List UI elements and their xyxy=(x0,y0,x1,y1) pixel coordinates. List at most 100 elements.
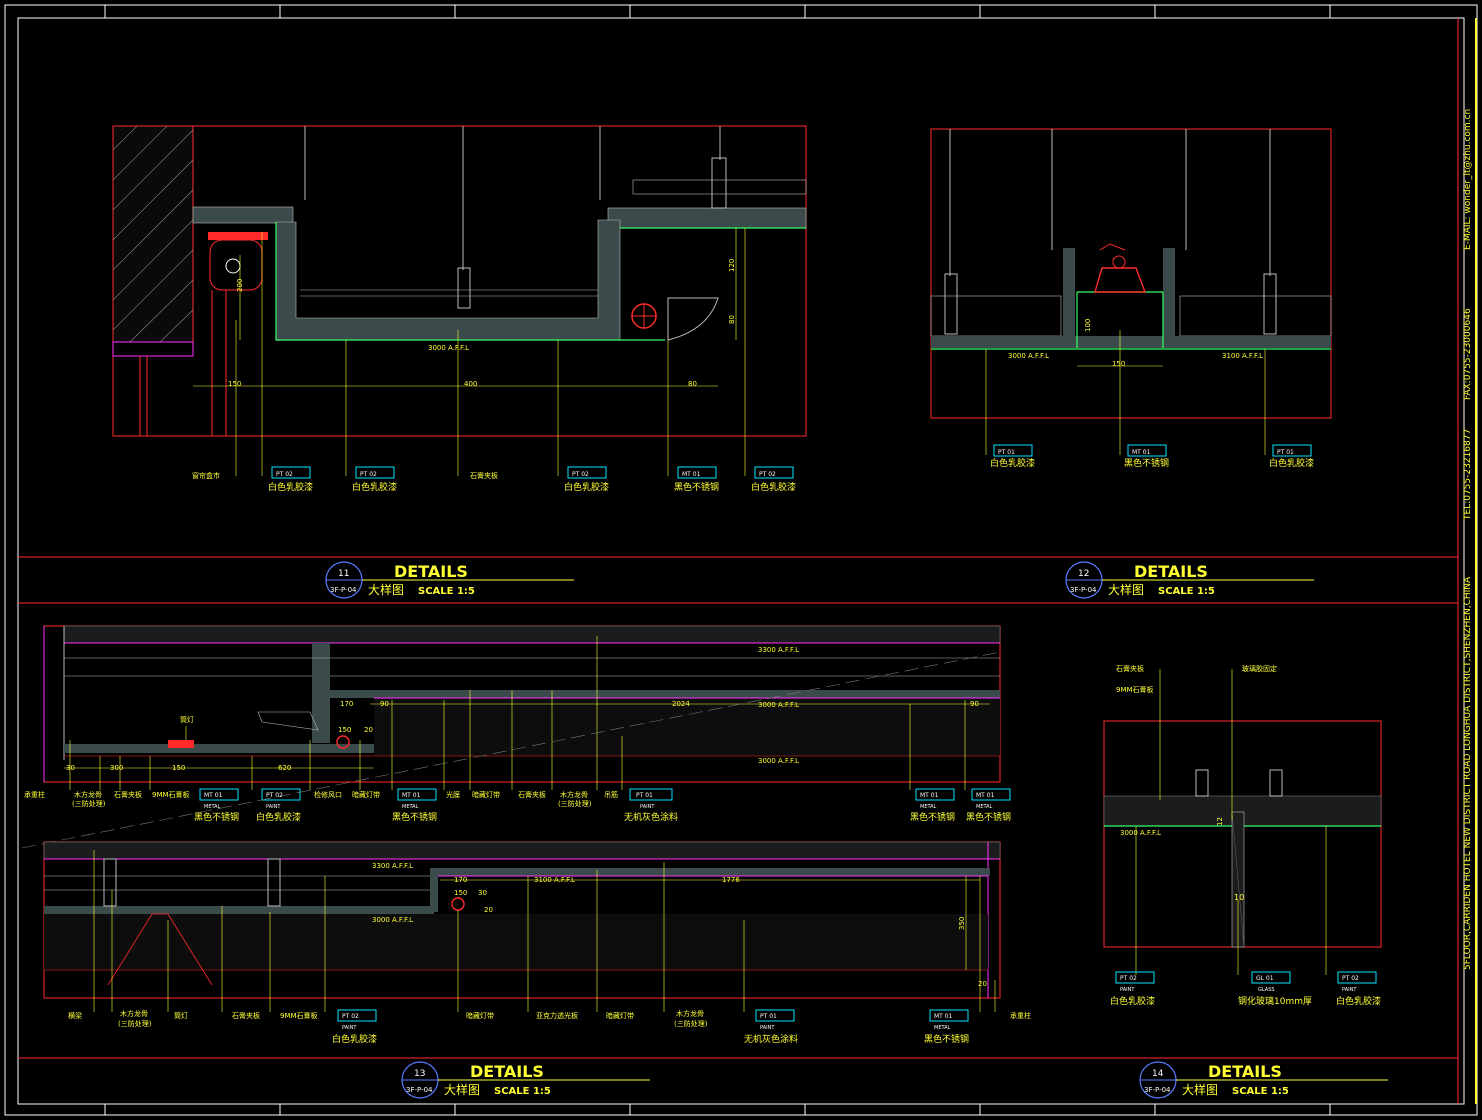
d13a-note-3: 石膏夹板 xyxy=(114,790,142,799)
detail-12-drawing: 150 100 3000 A.F.F.L 3100 A.F.F.L PT 01 … xyxy=(930,128,1332,469)
d11-tag-5: MT 01 xyxy=(682,471,701,478)
d13a-mat-0: 黑色不锈钢 xyxy=(194,811,239,823)
d14-kind-1: GLASS xyxy=(1258,987,1275,993)
d13b-note-1: 木方龙骨 xyxy=(120,1009,148,1018)
d13a-note-2: (三防处理) xyxy=(72,799,106,808)
d12-mat-1: 黑色不锈钢 xyxy=(1124,457,1169,469)
d13a-level-1: 3000 A.F.F.L xyxy=(758,701,799,709)
d11-note-3: 石膏夹板 xyxy=(470,471,498,480)
d12-tag-1: MT 01 xyxy=(1132,449,1151,456)
d13b-note-7: 亚克力透光板 xyxy=(536,1011,578,1020)
d13a-note-6: 检修风口 xyxy=(314,790,342,799)
d11-title: DETAILS xyxy=(394,562,468,581)
address-text: 5FLOOR,CARRIDEN HOTEL NEW DISTRICT ROAD … xyxy=(1463,576,1473,970)
d13a-level-2: 3000 A.F.F.L xyxy=(758,757,799,765)
d13b-tag-1: PT 01 xyxy=(760,1013,777,1020)
d13a-note-0: 承重柱 xyxy=(24,790,45,799)
d12-mat-0: 白色乳胶漆 xyxy=(990,457,1035,469)
d13a-note-10: 石膏夹板 xyxy=(518,790,546,799)
d11-mat-1: 白色乳胶漆 xyxy=(268,481,313,493)
d13-title: DETAILS xyxy=(470,1062,544,1081)
detail-13-title: 13 3F-P-04 DETAILS 大样图 SCALE 1:5 xyxy=(401,1061,650,1099)
d13b-note-2: (三防处理) xyxy=(118,1019,152,1028)
d13a-mat-1: 白色乳胶漆 xyxy=(256,811,301,823)
cad-drawing-sheet: E-MAIL: wonder_lt@zhu.com.cn FAX:0755-23… xyxy=(4,4,1478,1116)
d13b-note-3: 筒灯 xyxy=(174,1011,188,1020)
d13b-level-0: 3300 A.F.F.L xyxy=(372,862,413,870)
d12-dim-150: 150 xyxy=(1112,360,1125,368)
d14-note-2: 玻璃胶固定 xyxy=(1242,664,1277,673)
d14-title-scale: SCALE 1:5 xyxy=(1232,1086,1289,1097)
d13a-mat-5: 黑色不锈钢 xyxy=(966,811,1011,823)
d14-mat-1: 钢化玻璃10mm厚 xyxy=(1238,995,1312,1007)
d13a-note-8: 光膜 xyxy=(446,790,460,799)
d14-dim-12: 12 xyxy=(1216,817,1224,826)
d14-tag-1: GL 01 xyxy=(1256,975,1274,982)
d12-title-sheet: 3F-P-04 xyxy=(1070,586,1097,594)
d13b-note-6: 暗藏灯带 xyxy=(466,1011,494,1020)
d14-tag-0: PT 02 xyxy=(1120,975,1137,982)
d13a-tag-3: PT 01 xyxy=(636,792,653,799)
d13a-kind-3: PAINT xyxy=(640,804,655,810)
d13a-kind-0: METAL xyxy=(204,804,221,810)
d11-tag-2: PT 02 xyxy=(360,471,377,478)
d13a-note-5: 筒灯 xyxy=(180,715,194,724)
d13b-dim-30: 30 xyxy=(478,889,487,897)
d12-title-scale: SCALE 1:5 xyxy=(1158,586,1215,597)
d14-mat-0: 白色乳胶漆 xyxy=(1110,995,1155,1007)
d13b-note-4: 石膏夹板 xyxy=(232,1011,260,1020)
d14-note-1: 9MM石膏板 xyxy=(1116,685,1154,694)
d11-dim-200: 200 xyxy=(236,279,244,292)
d14-dim-10: 10 xyxy=(1234,893,1244,902)
d14-title-sheet: 3F-P-04 xyxy=(1144,1086,1171,1094)
d13b-note-11: 承重柱 xyxy=(1010,1011,1031,1020)
d11-dim-80: 80 xyxy=(688,380,697,388)
d13b-dim-150: 150 xyxy=(454,889,467,897)
d14-note-0: 石膏夹板 xyxy=(1116,664,1144,673)
d13b-mat-0: 白色乳胶漆 xyxy=(332,1033,377,1045)
d13a-mat-2: 黑色不锈钢 xyxy=(392,811,437,823)
d12-title-num: 12 xyxy=(1078,569,1089,579)
d12-tag-2: PT 01 xyxy=(1277,449,1294,456)
d11-title-cn: 大样图 xyxy=(368,582,404,597)
d13b-dim-20b: 20 xyxy=(978,980,987,988)
d12-dim-100: 100 xyxy=(1084,319,1092,332)
detail-11-title: 11 3F-P-04 DETAILS 大样图 SCALE 1:5 xyxy=(325,561,574,599)
d14-title-cn: 大样图 xyxy=(1182,1082,1218,1097)
detail-14-title: 14 3F-P-04 DETAILS 大样图 SCALE 1:5 xyxy=(1139,1061,1388,1099)
email-text: E-MAIL: wonder_lt@zhu.com.cn xyxy=(1463,109,1473,250)
d11-mat-2: 白色乳胶漆 xyxy=(352,481,397,493)
d13b-dim-170: 170 xyxy=(454,876,467,884)
d13b-level-2: 3000 A.F.F.L xyxy=(372,916,413,924)
d13a-note-11: 木方龙骨 xyxy=(560,790,588,799)
d13a-tag-5: MT 01 xyxy=(976,792,995,799)
d13b-kind-0: PAINT xyxy=(342,1025,357,1031)
d13a-note-1: 木方龙骨 xyxy=(74,790,102,799)
d13-title-scale: SCALE 1:5 xyxy=(494,1086,551,1097)
d13a-dim-30: 30 xyxy=(66,764,75,772)
d13b-kind-2: METAL xyxy=(934,1025,951,1031)
d13b-dim-1776: 1776 xyxy=(722,876,740,884)
fax-text: FAX:0755-23000646 xyxy=(1463,308,1473,400)
d13-title-sheet: 3F-P-04 xyxy=(406,1086,433,1094)
d13a-note-7: 暗藏灯带 xyxy=(352,790,380,799)
d12-tag-0: PT 01 xyxy=(998,449,1015,456)
d14-title: DETAILS xyxy=(1208,1062,1282,1081)
d13b-kind-1: PAINT xyxy=(760,1025,775,1031)
d12-level-right: 3100 A.F.F.L xyxy=(1222,352,1263,360)
d13b-mat-2: 黑色不锈钢 xyxy=(924,1033,969,1045)
d11-dim-400: 400 xyxy=(464,380,477,388)
d11-title-num: 11 xyxy=(338,569,349,579)
d13b-note-8: 暗藏灯带 xyxy=(606,1011,634,1020)
d13a-level-0: 3300 A.F.F.L xyxy=(758,646,799,654)
d13a-dim-90b: 90 xyxy=(970,700,979,708)
d13-title-num: 13 xyxy=(414,1069,425,1079)
d13a-note-13: 吊筋 xyxy=(604,790,618,799)
d13a-dim-300: 300 xyxy=(110,764,123,772)
d13b-note-0: 横梁 xyxy=(68,1011,82,1020)
d14-level: 3000 A.F.F.L xyxy=(1120,829,1161,837)
d12-mat-2: 白色乳胶漆 xyxy=(1269,457,1314,469)
d14-mat-2: 白色乳胶漆 xyxy=(1336,995,1381,1007)
d13a-kind-5: METAL xyxy=(976,804,993,810)
d13a-dim-2024: 2024 xyxy=(672,700,690,708)
